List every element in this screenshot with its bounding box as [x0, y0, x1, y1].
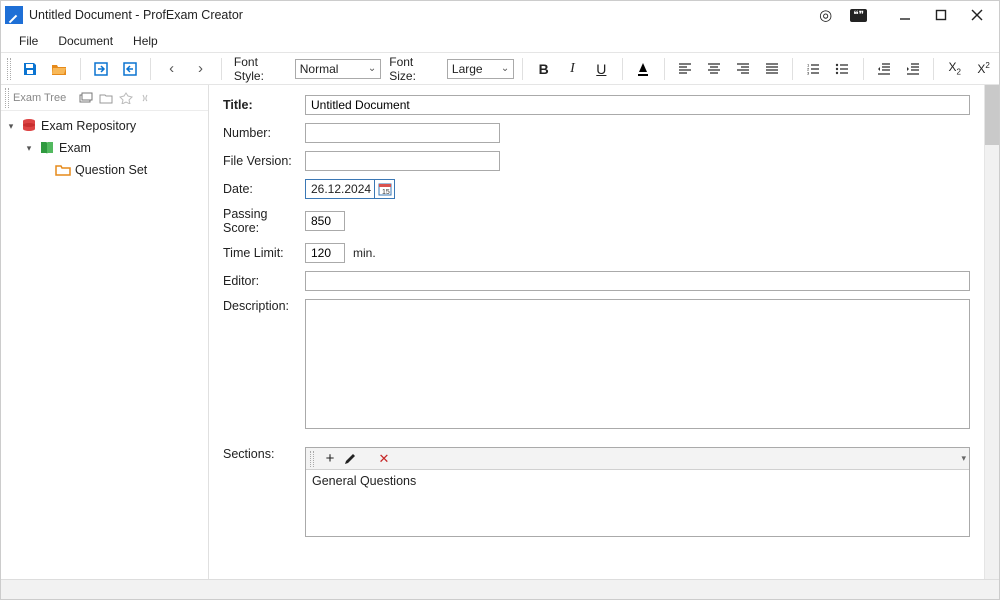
add-section-button[interactable]: + [320, 449, 340, 469]
time-unit-label: min. [353, 246, 376, 260]
outdent-button[interactable] [872, 56, 897, 82]
main-panel: Title: Number: File Version: Date: 26.12… [209, 85, 999, 579]
collapse-icon[interactable]: ▾ [23, 143, 35, 154]
sections-toolbar: + ✕ ▾ [306, 448, 969, 470]
number-label: Number: [223, 126, 305, 140]
passing-score-input[interactable] [305, 211, 345, 231]
tree-item-question-set[interactable]: Question Set [5, 159, 204, 181]
scrollbar-thumb[interactable] [985, 85, 999, 145]
window-title: Untitled Document - ProfExam Creator [29, 8, 243, 22]
bold-button[interactable]: B [531, 56, 556, 82]
comment-icon[interactable]: ❝❞ [850, 9, 867, 22]
time-limit-input[interactable] [305, 243, 345, 263]
date-label: Date: [223, 182, 305, 196]
menu-help[interactable]: Help [123, 31, 168, 51]
prev-button[interactable]: ‹ [159, 56, 184, 82]
book-icon [39, 140, 55, 156]
menubar: File Document Help [1, 29, 999, 53]
chevron-down-icon: ⌄ [368, 63, 376, 74]
menu-document[interactable]: Document [48, 31, 123, 51]
sections-list-item[interactable]: General Questions [312, 474, 963, 488]
titlebar-extras: ◎ ❝❞ [819, 6, 867, 24]
sidebar-btn-3[interactable] [116, 88, 136, 108]
sidebar-btn-1[interactable] [76, 88, 96, 108]
vertical-scrollbar[interactable] [984, 85, 999, 579]
menu-file[interactable]: File [9, 31, 48, 51]
document-name: Untitled Document [29, 8, 132, 22]
ordered-list-button[interactable]: 123 [801, 56, 826, 82]
align-justify-button[interactable] [759, 56, 784, 82]
export-button[interactable] [117, 56, 142, 82]
sections-box: + ✕ ▾ General Questions [305, 447, 970, 537]
sidebar-btn-2[interactable] [96, 88, 116, 108]
collapse-icon[interactable]: ▾ [5, 121, 17, 132]
titlebar: Untitled Document - ProfExam Creator ◎ ❝… [1, 1, 999, 29]
sections-handle [310, 451, 314, 467]
sections-dropdown-icon[interactable]: ▾ [961, 453, 966, 464]
font-style-select[interactable]: Normal⌄ [295, 59, 381, 79]
maximize-button[interactable] [923, 1, 959, 29]
description-label: Description: [223, 299, 305, 313]
calendar-button[interactable]: 15 [375, 179, 395, 199]
passing-score-label: Passing Score: [223, 207, 305, 235]
exam-form: Title: Number: File Version: Date: 26.12… [209, 85, 984, 579]
tree-root-exam-repository[interactable]: ▾ Exam Repository [5, 115, 204, 137]
file-version-label: File Version: [223, 154, 305, 168]
title-input[interactable] [305, 95, 970, 115]
number-input[interactable] [305, 123, 500, 143]
calendar-icon: 15 [378, 182, 392, 196]
indent-button[interactable] [900, 56, 925, 82]
italic-button[interactable]: I [560, 56, 585, 82]
sidebar-handle [5, 88, 9, 108]
minimize-button[interactable] [887, 1, 923, 29]
exam-tree: ▾ Exam Repository ▾ Exam Question Set [1, 111, 208, 579]
app-window: Untitled Document - ProfExam Creator ◎ ❝… [0, 0, 1000, 600]
editor-input[interactable] [305, 271, 970, 291]
close-button[interactable] [959, 1, 995, 29]
sections-list[interactable]: General Questions [306, 470, 969, 536]
tree-item-exam[interactable]: ▾ Exam [5, 137, 204, 159]
app-icon [5, 6, 23, 24]
title-label: Title: [223, 98, 305, 112]
badge-icon[interactable]: ◎ [819, 6, 832, 24]
date-input[interactable]: 26.12.2024 [305, 179, 375, 199]
folder-icon [55, 162, 71, 178]
description-textarea[interactable] [305, 299, 970, 429]
sections-label: Sections: [223, 447, 305, 461]
sidebar-title: Exam Tree [13, 92, 76, 104]
editor-label: Editor: [223, 274, 305, 288]
next-button[interactable]: › [188, 56, 213, 82]
statusbar [1, 579, 999, 599]
align-center-button[interactable] [701, 56, 726, 82]
import-button[interactable] [89, 56, 114, 82]
sidebar: Exam Tree ▾ Exam Repository ▾ Exam [1, 85, 209, 579]
delete-section-button[interactable]: ✕ [374, 449, 394, 469]
font-color-button[interactable] [631, 56, 656, 82]
align-left-button[interactable] [673, 56, 698, 82]
font-size-label: Font Size: [389, 55, 441, 83]
save-button[interactable] [18, 56, 43, 82]
subscript-button[interactable]: X2 [942, 56, 967, 82]
chevron-down-icon: ⌄ [501, 63, 509, 74]
edit-section-button[interactable] [340, 449, 360, 469]
unordered-list-button[interactable] [830, 56, 855, 82]
svg-text:15: 15 [382, 189, 390, 196]
sidebar-header: Exam Tree [1, 85, 208, 111]
superscript-button[interactable]: X2 [971, 56, 996, 82]
open-button[interactable] [47, 56, 72, 82]
font-size-select[interactable]: Large⌄ [447, 59, 514, 79]
file-version-input[interactable] [305, 151, 500, 171]
time-limit-label: Time Limit: [223, 246, 305, 260]
svg-text:3: 3 [807, 70, 810, 75]
database-icon [21, 118, 37, 134]
align-right-button[interactable] [730, 56, 755, 82]
font-style-label: Font Style: [234, 55, 289, 83]
workarea: Exam Tree ▾ Exam Repository ▾ Exam [1, 85, 999, 579]
underline-button[interactable]: U [589, 56, 614, 82]
window-controls [887, 1, 995, 29]
toolbar-handle [7, 58, 11, 80]
sidebar-btn-4[interactable] [136, 88, 156, 108]
toolbar: ‹ › Font Style: Normal⌄ Font Size: Large… [1, 53, 999, 85]
app-name: ProfExam Creator [143, 8, 243, 22]
